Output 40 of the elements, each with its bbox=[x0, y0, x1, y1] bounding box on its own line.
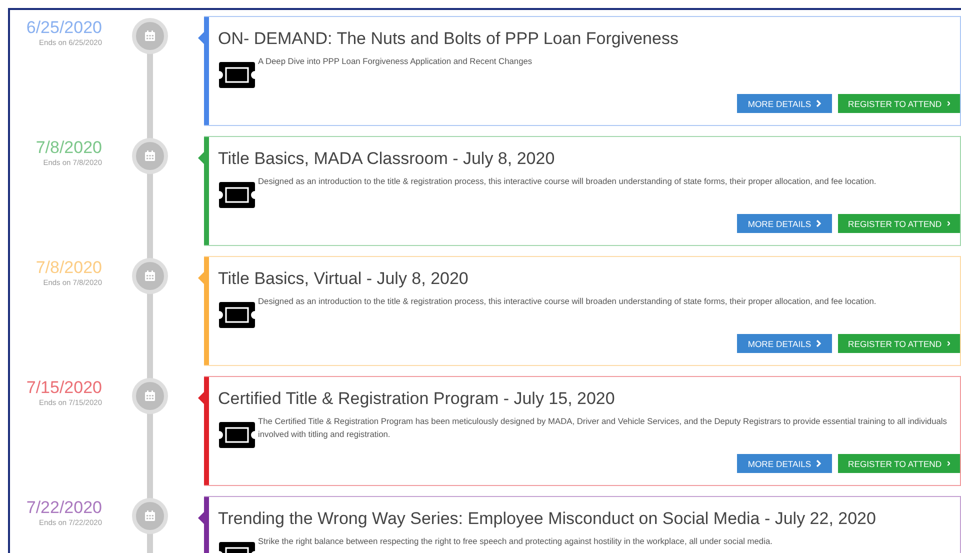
chevron-icon bbox=[816, 220, 822, 227]
event-title[interactable]: Title Basics, MADA Classroom - July 8, 2020 bbox=[218, 149, 960, 169]
details-button[interactable]: MORE DETAILS bbox=[737, 334, 832, 353]
register-button[interactable]: REGISTER TO ATTEND bbox=[838, 214, 960, 233]
event-description: Strike the right balance between respecting the right to free speech and protecting against hostility in the workplace, all under social media. bbox=[258, 535, 772, 548]
event-date: 7/15/2020 bbox=[26, 378, 102, 398]
event-description: Designed as an introduction to the title & registration process, this interactive course will broaden understanding of state forms, their proper allocation, and fee location. bbox=[258, 295, 876, 308]
details-button[interactable]: MORE DETAILS bbox=[737, 94, 832, 113]
event-title[interactable]: Certified Title & Registration Program - July 15, 2020 bbox=[218, 389, 960, 409]
event-date: 7/22/2020 bbox=[26, 498, 102, 518]
register-button[interactable]: REGISTER TO ATTEND bbox=[838, 94, 960, 113]
chevron-icon bbox=[816, 460, 822, 467]
event-title[interactable]: Trending the Wrong Way Series: Employee Misconduct on Social Media - July 22, 2020 bbox=[218, 509, 960, 529]
chevron-icon bbox=[946, 220, 950, 227]
register-button[interactable]: REGISTER TO ATTEND bbox=[838, 454, 960, 473]
details-button[interactable]: MORE DETAILS bbox=[737, 214, 832, 233]
ticket-icon bbox=[218, 301, 256, 329]
calendar-icon bbox=[144, 510, 156, 522]
event-description: The Certified Title & Registration Program has been meticulously designed by MADA, Driver and Vehicle Services, and the Deputy Registrars to provide essential training to all individuals involved with titling and registration. bbox=[258, 415, 948, 441]
event-title[interactable]: ON- DEMAND: The Nuts and Bolts of PPP Loan Forgiveness bbox=[218, 29, 960, 49]
ticket-icon bbox=[218, 61, 256, 89]
event-date: 6/25/2020 bbox=[26, 18, 102, 38]
calendar-icon bbox=[144, 270, 156, 282]
details-button[interactable]: MORE DETAILS bbox=[737, 454, 832, 473]
chevron-icon bbox=[816, 100, 822, 107]
chevron-icon bbox=[816, 340, 822, 347]
ticket-icon bbox=[218, 421, 256, 449]
event-description: A Deep Dive into PPP Loan Forgiveness Application and Recent Changes bbox=[258, 55, 532, 68]
ticket-icon bbox=[218, 181, 256, 209]
calendar-icon bbox=[144, 150, 156, 162]
event-date: 7/8/2020 bbox=[36, 258, 102, 278]
calendar-icon bbox=[144, 30, 156, 42]
event-description: Designed as an introduction to the title & registration process, this interactive course will broaden understanding of state forms, their proper allocation, and fee location. bbox=[258, 175, 876, 188]
chevron-icon bbox=[946, 460, 950, 467]
register-button[interactable]: REGISTER TO ATTEND bbox=[838, 334, 960, 353]
event-date: 7/8/2020 bbox=[36, 138, 102, 158]
chevron-icon bbox=[946, 100, 950, 107]
event-title[interactable]: Title Basics, Virtual - July 8, 2020 bbox=[218, 269, 960, 289]
calendar-icon bbox=[144, 390, 156, 402]
chevron-icon bbox=[946, 340, 950, 347]
